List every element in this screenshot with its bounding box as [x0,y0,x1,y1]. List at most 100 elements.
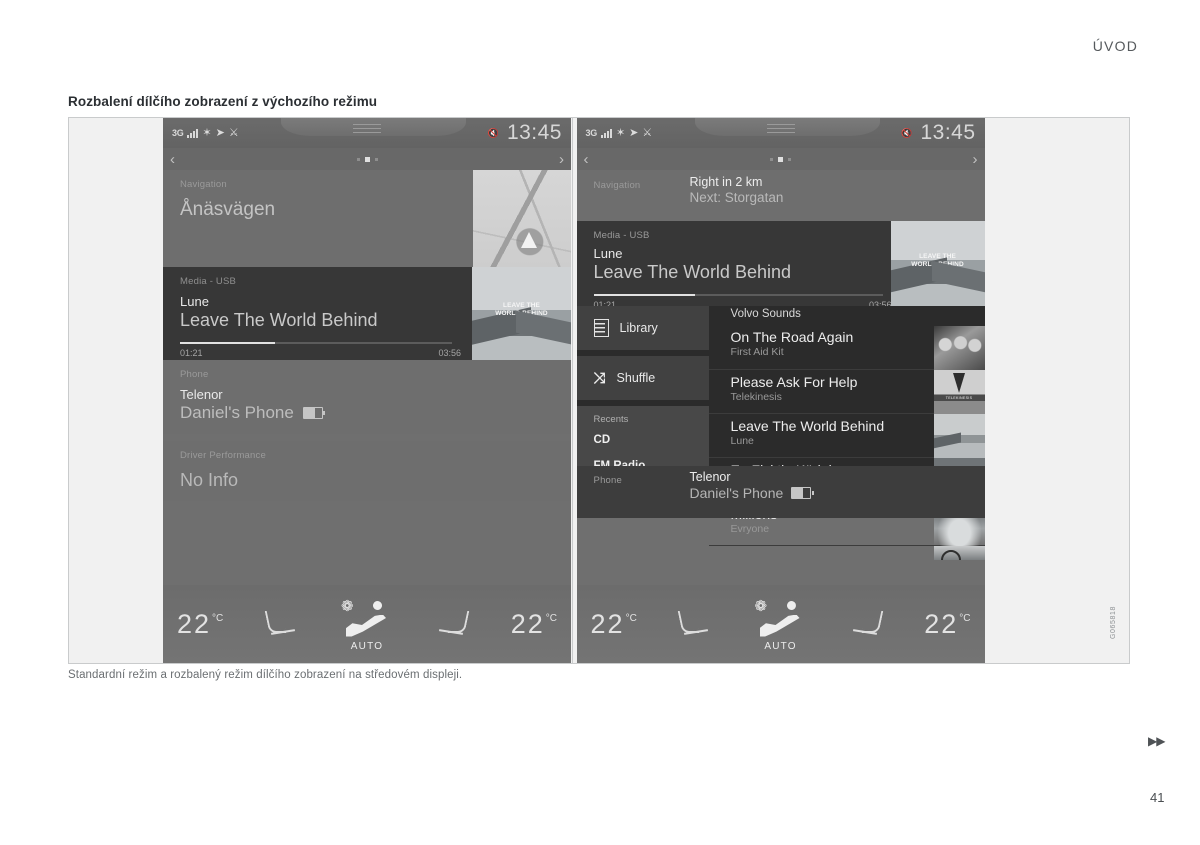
fan-icon: ❁ [754,597,768,615]
nav-guidance-line1: Right in 2 km [689,175,763,189]
album-art-title: LEAVE THE WORLD BEHIND [495,302,548,317]
shuffle-button[interactable]: ⤨ Shuffle [576,356,709,400]
person-head-shape [785,599,797,611]
card-phone-label: Phone [180,369,209,380]
album-art[interactable]: LEAVE THE WORLD BEHIND LUNE [472,267,571,360]
navigation-arrow-icon: ➤ [629,126,639,139]
figure-caption: Standardní režim a rozbalený režim dílčí… [68,669,463,681]
pager-next-icon[interactable]: › [559,152,564,167]
temp-passenger-value: 22 [510,608,545,639]
clock: 13:45 [920,121,976,144]
pager-dots [770,156,792,162]
card-phone-device: Daniel's Phone [689,485,784,501]
temp-passenger[interactable]: 22 °C [511,609,557,640]
track-thumbnail [933,370,985,414]
album-art-subtitle: LUNE [516,319,527,324]
seat-heat-passenger-icon[interactable] [435,611,469,637]
temp-passenger-value: 22 [924,608,959,639]
nav-guidance-line2: Next: Storgatan [689,190,784,205]
climate-bar-expanded: 22 °C ❁ AUTO 22 °C [576,585,985,663]
card-phone-device-row: Daniel's Phone [180,403,571,423]
climate-auto-button[interactable]: ❁ AUTO [754,597,808,652]
mute-icon[interactable]: 🔇 [901,128,912,139]
track-thumbnail [933,326,985,370]
status-icons-left-expanded: 3G ✶ ➤ ⚔ [577,126,653,139]
card-navigation[interactable]: Navigation Ånäsvägen [163,170,571,267]
signal-bars-icon [187,128,199,138]
fan-icon: ❁ [341,597,354,615]
figure-pane-expanded: 3G ✶ ➤ ⚔ 🔇 13:45 ‹ › Navigation Right in… [572,118,1129,663]
temp-driver[interactable]: 22 °C [177,609,223,640]
library-icon [593,319,609,337]
library-button-label: Library [619,321,658,335]
shuffle-icon: ⤨ [593,369,606,387]
card-phone[interactable]: Phone Telenor Daniel's Phone [163,360,571,434]
card-driver-performance[interactable]: Driver Performance No Info [163,441,571,501]
display-grip-handle[interactable] [353,124,381,136]
media-source-column: Library ⤨ Shuffle Recents CD FM Radio [576,306,709,510]
home-pager-expanded: ‹ › [576,148,985,170]
media-times: 01:21 03:56 [180,348,470,358]
album-art[interactable]: LEAVE THE WORLD BEHIND LUNE [890,221,985,306]
person-body-shape [346,614,386,637]
airflow-auto-icon: ❁ [340,597,394,639]
media-now-playing[interactable]: Media - USB Lune Leave The World Behind … [576,221,985,310]
card-phone-operator: Telenor [180,387,223,402]
temp-passenger-unit: °C [545,612,557,624]
temp-passenger[interactable]: 22 °C [924,609,970,640]
clock: 13:45 [506,121,562,144]
album-art-title: LEAVE THE WORLD BEHIND [911,253,964,268]
status-icons-left: 3G ✶ ➤ ⚔ [163,126,239,139]
temp-driver[interactable]: 22 °C [591,609,637,640]
media-progress-fill [180,342,276,344]
library-button[interactable]: Library [576,306,709,350]
signal-bars-icon [600,128,612,138]
card-navigation-guidance: Right in 2 km Next: Storgatan [690,175,784,205]
card-navigation-collapsed[interactable]: Navigation Right in 2 km Next: Storgatan [576,170,985,221]
media-progress-bar[interactable] [180,342,452,344]
next-page-arrows[interactable]: ▶▶ [1148,734,1165,748]
network-label: 3G [585,128,598,138]
seat-heat-passenger-icon[interactable] [849,611,883,637]
shuffle-button-label: Shuffle [616,371,656,385]
pager-prev-icon[interactable]: ‹ [170,152,175,167]
mute-icon[interactable]: 🔇 [488,128,499,139]
track-thumbnail [933,414,985,458]
pager-dots [356,156,378,162]
media-progress-fill [593,294,695,296]
person-head-shape [371,599,384,611]
media-browser: Library ⤨ Shuffle Recents CD FM Radio [576,306,985,560]
center-display-standard: 3G ✶ ➤ ⚔ 🔇 13:45 ‹ › Navigation Ånäsväge… [163,118,571,663]
recents-item-cd[interactable]: CD [577,434,709,460]
navigation-arrow-icon: ➤ [215,126,225,139]
temp-driver-value: 22 [590,608,625,639]
airflow-auto-icon: ❁ [754,597,808,639]
display-grip-handle[interactable] [766,124,795,136]
map-thumbnail[interactable] [473,170,571,267]
card-phone-operator: Telenor [689,470,731,484]
section-title: Rozbalení dílčího zobrazení z výchozího … [68,94,378,109]
card-driver-performance-value: No Info [180,470,239,490]
track-thumbnails [933,306,985,560]
card-phone-device: Daniel's Phone [180,403,294,422]
temp-driver-unit: °C [212,612,224,624]
network-label: 3G [172,128,184,138]
seat-heat-driver-icon[interactable] [678,611,712,637]
track-list: Volvo Sounds On The Road Again First Aid… [708,306,985,560]
seat-heat-driver-icon[interactable] [265,611,299,637]
status-icons-right: 🔇 13:45 [488,121,571,145]
temp-driver-unit: °C [625,612,637,624]
temp-driver-value: 22 [177,608,212,639]
status-bar-expanded: 3G ✶ ➤ ⚔ 🔇 13:45 [576,118,985,148]
page-number: 41 [1150,790,1165,805]
card-phone-device-row: Daniel's Phone [689,485,814,501]
figure-pane-standard: 3G ✶ ➤ ⚔ 🔇 13:45 ‹ › Navigation Ånäsväge… [69,118,573,663]
climate-auto-button[interactable]: ❁ AUTO [340,597,394,652]
card-phone-info: Telenor Daniel's Phone [689,470,814,501]
media-progress-bar[interactable] [593,294,883,296]
pager-prev-icon[interactable]: ‹ [584,152,589,167]
climate-auto-label: AUTO [350,640,384,652]
card-phone-collapsed[interactable]: Phone Telenor Daniel's Phone [576,466,985,518]
card-media[interactable]: Media - USB Lune Leave The World Behind … [163,267,571,360]
pager-next-icon[interactable]: › [973,152,978,167]
